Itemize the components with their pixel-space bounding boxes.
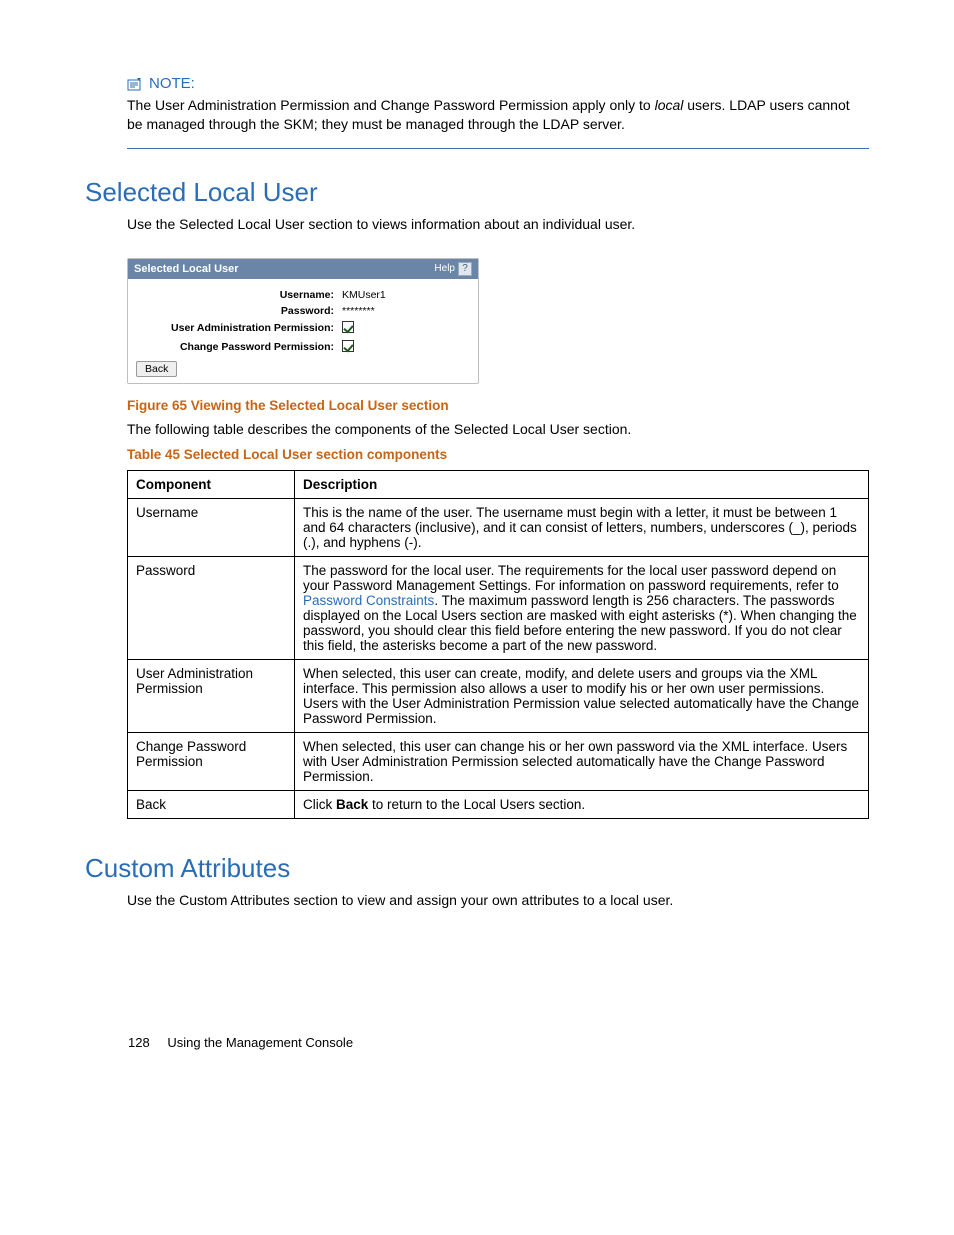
cell-component: Back <box>128 790 295 818</box>
cell-component: Username <box>128 498 295 556</box>
section-intro-2: Use the Custom Attributes section to vie… <box>127 892 869 908</box>
value-uap <box>342 321 472 336</box>
label-cpp: Change Password Permission: <box>134 341 342 353</box>
row-user-admin-permission: User Administration Permission: <box>134 319 472 338</box>
th-description: Description <box>295 470 869 498</box>
help-label: Help <box>434 263 455 274</box>
row-username: Username: KMUser1 <box>134 287 472 303</box>
value-cpp <box>342 340 472 355</box>
th-component: Component <box>128 470 295 498</box>
desc-pre: Click <box>303 797 336 812</box>
section-intro-1: Use the Selected Local User section to v… <box>127 216 869 232</box>
section-title-selected-local-user: Selected Local User <box>85 177 869 208</box>
table-row: Change Password Permission When selected… <box>128 732 869 790</box>
selected-local-user-panel: Selected Local User Help ? Username: KMU… <box>127 258 479 384</box>
note-block: NOTE: The User Administration Permission… <box>127 75 869 134</box>
divider <box>127 148 869 149</box>
help-icon: ? <box>458 262 472 276</box>
cell-description: Click Back to return to the Local Users … <box>295 790 869 818</box>
figure-caption: Figure 65 Viewing the Selected Local Use… <box>127 398 869 413</box>
page-number: 128 <box>128 1035 150 1050</box>
table-row: User Administration Permission When sele… <box>128 659 869 732</box>
cell-description: This is the name of the user. The userna… <box>295 498 869 556</box>
section-title-custom-attributes: Custom Attributes <box>85 853 869 884</box>
table-row: Password The password for the local user… <box>128 556 869 659</box>
label-username: Username: <box>134 289 342 301</box>
cell-component: Change Password Permission <box>128 732 295 790</box>
help-link[interactable]: Help ? <box>434 262 472 276</box>
cell-description: The password for the local user. The req… <box>295 556 869 659</box>
desc-post: to return to the Local Users section. <box>368 797 585 812</box>
note-body: The User Administration Permission and C… <box>127 96 869 134</box>
table-row: Username This is the name of the user. T… <box>128 498 869 556</box>
panel-title: Selected Local User <box>134 263 239 275</box>
label-uap: User Administration Permission: <box>134 322 342 334</box>
cell-description: When selected, this user can change his … <box>295 732 869 790</box>
checkbox-uap-checked-icon <box>342 321 354 333</box>
note-icon <box>127 77 143 91</box>
note-header: NOTE: <box>127 75 869 92</box>
cell-component: Password <box>128 556 295 659</box>
panel-body: Username: KMUser1 Password: ******** Use… <box>128 279 478 383</box>
chapter-title: Using the Management Console <box>167 1035 353 1050</box>
components-table: Component Description Username This is t… <box>127 470 869 819</box>
cell-description: When selected, this user can create, mod… <box>295 659 869 732</box>
desc-pre: The password for the local user. The req… <box>303 563 839 593</box>
password-constraints-link[interactable]: Password Constraints <box>303 593 434 608</box>
checkbox-cpp-checked-icon <box>342 340 354 352</box>
table-row: Back Click Back to return to the Local U… <box>128 790 869 818</box>
label-password: Password: <box>134 305 342 317</box>
row-password: Password: ******** <box>134 303 472 319</box>
note-text-1: The User Administration Permission and C… <box>127 97 655 113</box>
value-username: KMUser1 <box>342 289 472 301</box>
note-label: NOTE: <box>149 75 195 92</box>
note-italic: local <box>655 97 684 113</box>
page-footer: 128 Using the Management Console <box>128 1035 353 1050</box>
cell-component: User Administration Permission <box>128 659 295 732</box>
row-change-password-permission: Change Password Permission: <box>134 338 472 357</box>
table-caption: Table 45 Selected Local User section com… <box>127 447 869 462</box>
desc-bold: Back <box>336 797 368 812</box>
value-password: ******** <box>342 305 472 317</box>
panel-header: Selected Local User Help ? <box>128 259 478 279</box>
back-button[interactable]: Back <box>136 361 177 377</box>
table-header-row: Component Description <box>128 470 869 498</box>
table-intro: The following table describes the compon… <box>127 421 869 437</box>
